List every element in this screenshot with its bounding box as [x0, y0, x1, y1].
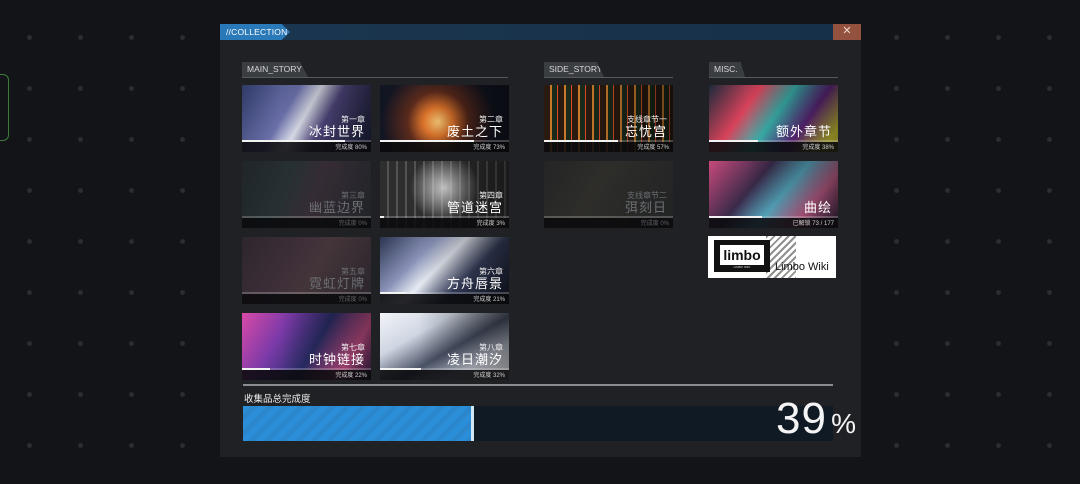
extra-chapter-card[interactable]: 额外章节 完成度 38%	[709, 85, 838, 152]
chapter-name: 冰封世界	[308, 124, 365, 139]
progress-text: 已解锁 73 / 177	[792, 221, 834, 227]
progress-text: 完成度 38%	[802, 145, 834, 151]
chapter-card-7[interactable]: 第七章 时钟链接 完成度 22%	[242, 313, 371, 380]
chapter-name: 方舟唇景	[446, 276, 503, 291]
chapter-name: 霓虹灯牌	[308, 276, 365, 291]
total-percentage-value: 39	[776, 394, 827, 443]
total-completion-label: 收集品总完成度	[244, 394, 311, 405]
chapter-name: 幽蓝边界	[308, 200, 365, 215]
chapter-card-8[interactable]: 第八章 凌日潮汐 完成度 32%	[380, 313, 509, 380]
chapter-name: 曲绘	[803, 200, 832, 215]
main-story-divider	[242, 77, 508, 78]
side-drawer-handle[interactable]	[0, 74, 9, 141]
limbo-wiki-link[interactable]: limbo LIMBO WIKI Limbo Wiki	[708, 236, 836, 278]
chapter-name: 额外章节	[775, 124, 832, 139]
chapter-name: 凌日潮汐	[446, 352, 503, 367]
chapter-name: 弭刻日	[624, 200, 667, 215]
chapter-name: 管道迷宫	[446, 200, 503, 215]
side-story-header: SIDE_STORY	[544, 62, 604, 77]
progress-text: 完成度 0%	[640, 221, 669, 227]
limbo-logo: limbo LIMBO WIKI	[714, 240, 770, 272]
progress-text: 完成度 57%	[637, 145, 669, 151]
progress-text: 完成度 3%	[476, 221, 505, 227]
progress-text: 完成度 80%	[335, 145, 367, 151]
total-progress-cap	[471, 406, 474, 441]
chapter-card-4[interactable]: 第四章 管道迷宫 完成度 3%	[380, 161, 509, 228]
chapter-card-2[interactable]: 第二章 废土之下 完成度 73%	[380, 85, 509, 152]
chapter-name: 忘忧宫	[624, 124, 667, 139]
collection-window: //COLLECTION ✕ MAIN_STORY SIDE_STORY MIS…	[220, 24, 861, 457]
progress-text: 完成度 73%	[473, 145, 505, 151]
window-title: //COLLECTION	[220, 24, 290, 40]
progress-text: 完成度 32%	[473, 373, 505, 379]
progress-text: 完成度 22%	[335, 373, 367, 379]
total-progress-fill	[243, 406, 473, 441]
wiki-label: Limbo Wiki	[775, 261, 829, 273]
close-button[interactable]: ✕	[833, 24, 861, 40]
progress-text: 完成度 0%	[338, 297, 367, 303]
progress-text: 完成度 21%	[473, 297, 505, 303]
side-story-card-2[interactable]: 支线章节二 弭刻日 完成度 0%	[544, 161, 673, 228]
misc-divider	[709, 77, 838, 78]
total-divider	[243, 384, 833, 386]
misc-header: MISC.	[709, 62, 745, 77]
progress-text: 完成度 0%	[338, 221, 367, 227]
chapter-card-6[interactable]: 第六章 方舟唇景 完成度 21%	[380, 237, 509, 304]
chapter-name: 废土之下	[446, 124, 503, 139]
chapter-card-5[interactable]: 第五章 霓虹灯牌 完成度 0%	[242, 237, 371, 304]
total-progress-bar	[243, 406, 833, 441]
main-story-header: MAIN_STORY	[242, 62, 308, 77]
title-bar: //COLLECTION ✕	[220, 24, 861, 40]
chapter-name: 时钟链接	[308, 352, 365, 367]
chapter-card-1[interactable]: 第一章 冰封世界 完成度 80%	[242, 85, 371, 152]
side-story-divider	[544, 77, 673, 78]
chapter-card-3[interactable]: 第三章 幽蓝边界 完成度 0%	[242, 161, 371, 228]
total-percentage-unit: %	[831, 408, 856, 439]
artwork-gallery-card[interactable]: 曲绘 已解锁 73 / 177	[709, 161, 838, 228]
side-story-card-1[interactable]: 支线章节一 忘忧宫 完成度 57%	[544, 85, 673, 152]
